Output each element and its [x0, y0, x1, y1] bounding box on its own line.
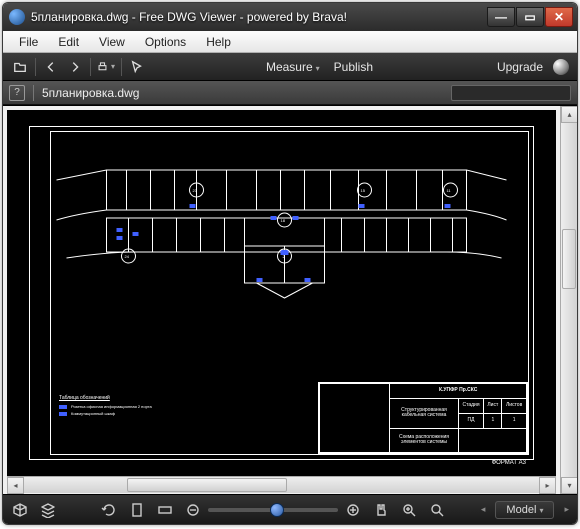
menu-help[interactable]: Help: [196, 33, 241, 51]
minimize-button[interactable]: —: [487, 7, 515, 27]
menu-bar: File Edit View Options Help: [3, 31, 577, 53]
status-bar: ◂ Model ▾ ▸: [3, 494, 577, 524]
scroll-down-icon[interactable]: ▾: [561, 477, 578, 494]
zoom-slider[interactable]: [208, 508, 338, 512]
rotate-icon[interactable]: [100, 501, 118, 519]
view3d-icon[interactable]: [11, 501, 29, 519]
zoom-out-icon[interactable]: [184, 501, 202, 519]
next-icon[interactable]: [66, 58, 84, 76]
model-space-button[interactable]: Model ▾: [495, 501, 554, 519]
help-icon[interactable]: ?: [9, 85, 25, 101]
open-icon[interactable]: [11, 58, 29, 76]
horizontal-scrollbar[interactable]: ◂ ▸: [7, 476, 556, 493]
menu-options[interactable]: Options: [135, 33, 196, 51]
menu-view[interactable]: View: [89, 33, 135, 51]
drawing-canvas[interactable]: 23 15 11 18 2 24 Таблица обозначений Роз…: [7, 110, 556, 476]
page-icon[interactable]: [128, 501, 146, 519]
close-button[interactable]: ✕: [545, 7, 573, 27]
pan-icon[interactable]: [372, 501, 390, 519]
maximize-button[interactable]: ▭: [516, 7, 544, 27]
pointer-icon[interactable]: [128, 58, 146, 76]
measure-button[interactable]: Measure: [262, 60, 324, 74]
print-icon[interactable]: [97, 58, 115, 76]
upgrade-button[interactable]: Upgrade: [493, 60, 547, 74]
search-input[interactable]: [451, 85, 571, 101]
document-tab[interactable]: 5планировка.dwg: [42, 86, 139, 100]
app-icon: [9, 9, 25, 25]
svg-text:11: 11: [447, 188, 452, 193]
window-title: 5планировка.dwg - Free DWG Viewer - powe…: [31, 10, 486, 24]
svg-text:15: 15: [361, 188, 366, 193]
zoom-in-icon[interactable]: [344, 501, 362, 519]
menu-file[interactable]: File: [9, 33, 48, 51]
svg-text:23: 23: [193, 188, 198, 193]
title-block: К.УПФР Пр.СКС Структурированнаякабельная…: [318, 382, 528, 454]
document-tab-bar: ? 5планировка.dwg: [3, 81, 577, 105]
format-label: ФОРМАТ A3: [492, 460, 526, 466]
zoom-region-icon[interactable]: [400, 501, 418, 519]
menu-edit[interactable]: Edit: [48, 33, 89, 51]
main-toolbar: Measure Publish Upgrade: [3, 53, 577, 81]
legend-title: Таблица обозначений: [59, 395, 169, 401]
legend: Таблица обозначений Розетка офисная инфо…: [59, 395, 169, 418]
fit-width-icon[interactable]: [156, 501, 174, 519]
svg-text:24: 24: [125, 254, 130, 259]
zoom-slider-knob[interactable]: [270, 503, 284, 517]
vertical-scrollbar[interactable]: ▴ ▾: [560, 106, 577, 494]
prev-icon[interactable]: [42, 58, 60, 76]
brava-logo-icon: [553, 59, 569, 75]
scroll-right-icon[interactable]: ▸: [539, 477, 556, 494]
scroll-left-icon[interactable]: ◂: [7, 477, 24, 494]
layers-icon[interactable]: [39, 501, 57, 519]
publish-button[interactable]: Publish: [330, 60, 377, 74]
scroll-up-icon[interactable]: ▴: [561, 106, 578, 123]
zoom-window-icon[interactable]: [428, 501, 446, 519]
svg-text:18: 18: [281, 218, 286, 223]
